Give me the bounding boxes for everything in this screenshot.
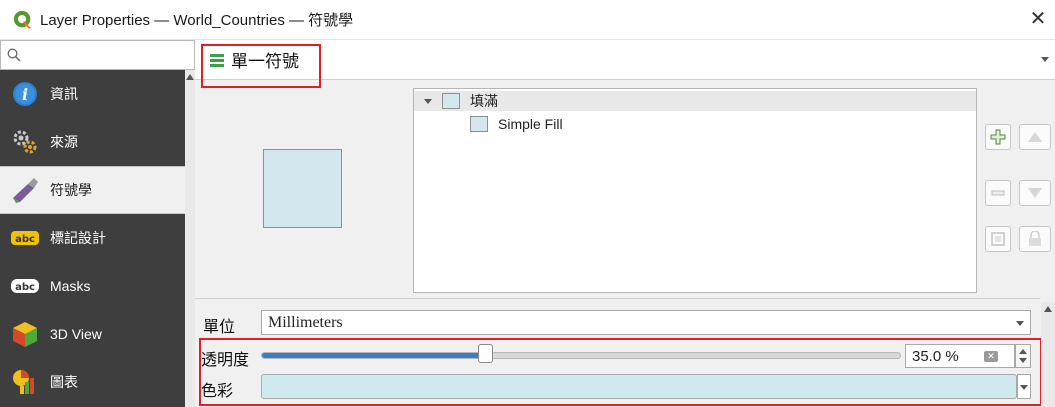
plus-icon xyxy=(990,129,1006,145)
sidebar-item-source[interactable]: 來源 xyxy=(0,118,185,166)
symbol-preview xyxy=(263,149,342,228)
info-icon: i xyxy=(10,79,40,109)
sidebar-item-label: Masks xyxy=(50,278,91,294)
sidebar-item-label: 標記設計 xyxy=(50,230,106,246)
tree-row-fill[interactable]: 填滿 xyxy=(414,91,976,111)
renderer-type-combo[interactable]: 單一符號 xyxy=(195,40,1055,80)
symbology-icon xyxy=(10,175,40,205)
search-icon xyxy=(7,48,21,62)
sidebar-item-label: 資訊 xyxy=(50,86,78,102)
fill-swatch xyxy=(442,93,460,109)
unit-value: Millimeters xyxy=(268,314,343,331)
sidebar-item-symbology[interactable]: 符號學 xyxy=(0,166,185,214)
sidebar-search-input[interactable] xyxy=(0,40,195,70)
3d-view-icon xyxy=(10,319,40,349)
chevron-down-icon xyxy=(1016,321,1024,326)
svg-text:abc: abc xyxy=(15,282,35,293)
labels-icon: abc xyxy=(10,223,40,253)
sidebar-item-label: 3D View xyxy=(50,326,102,342)
sidebar-item-label: 符號學 xyxy=(50,182,92,198)
svg-text:abc: abc xyxy=(15,234,35,245)
duplicate-icon xyxy=(991,232,1005,246)
sidebar-item-3d-view[interactable]: 3D View xyxy=(0,310,185,358)
title-bar: Layer Properties — World_Countries — 符號學… xyxy=(0,0,1055,40)
properties-scrollbar[interactable] xyxy=(1041,302,1055,407)
unit-label: 單位 xyxy=(203,319,236,336)
move-down-button[interactable] xyxy=(1019,180,1051,206)
lock-button[interactable] xyxy=(1019,226,1051,252)
tree-row-simple-fill[interactable]: Simple Fill xyxy=(470,114,563,134)
source-icon xyxy=(10,127,40,157)
svg-text:i: i xyxy=(22,85,28,104)
arrow-down-icon xyxy=(1028,188,1042,198)
masks-icon: abc xyxy=(10,271,40,301)
renderer-highlight-box xyxy=(201,44,321,88)
tree-row-simple-fill-label: Simple Fill xyxy=(498,116,563,132)
minus-icon xyxy=(991,190,1005,196)
panel-divider xyxy=(195,298,1040,299)
sidebar-nav: i 資訊 來源 符號學 abc 標記設計 abc Masks 3D View 圖… xyxy=(0,70,185,406)
scroll-up-icon xyxy=(1044,306,1052,312)
diagrams-icon xyxy=(10,367,40,397)
symbology-panel: 單一符號 填滿 Simple Fill 單位 Millimeters 透明度 3… xyxy=(195,40,1055,407)
duplicate-symbol-layer-button[interactable] xyxy=(985,226,1011,252)
sidebar: i 資訊 來源 符號學 abc 標記設計 abc Masks 3D View 圖… xyxy=(0,40,195,407)
simple-fill-swatch xyxy=(470,116,488,132)
tree-row-fill-label: 填滿 xyxy=(470,93,498,109)
window-title: Layer Properties — World_Countries — 符號學 xyxy=(40,12,354,29)
properties-highlight-box xyxy=(199,338,1042,406)
unit-select[interactable]: Millimeters xyxy=(261,310,1031,335)
remove-symbol-layer-button[interactable] xyxy=(985,180,1011,206)
sidebar-scrollbar[interactable] xyxy=(185,70,195,407)
close-button[interactable]: ✕ xyxy=(1027,8,1049,30)
layer-properties-window: Layer Properties — World_Countries — 符號學… xyxy=(0,0,1055,407)
chevron-down-icon xyxy=(1041,57,1049,62)
sidebar-item-masks[interactable]: abc Masks xyxy=(0,262,185,310)
move-up-button[interactable] xyxy=(1019,124,1051,150)
sidebar-item-diagrams[interactable]: 圖表 xyxy=(0,358,185,406)
symbol-layer-tree[interactable]: 填滿 Simple Fill xyxy=(413,88,977,293)
sidebar-item-info[interactable]: i 資訊 xyxy=(0,70,185,118)
sidebar-item-label: 來源 xyxy=(50,134,78,150)
add-symbol-layer-button[interactable] xyxy=(985,124,1011,150)
sidebar-item-labels[interactable]: abc 標記設計 xyxy=(0,214,185,262)
lock-icon xyxy=(1029,231,1041,246)
scroll-up-icon xyxy=(186,74,194,80)
qgis-logo-icon xyxy=(13,10,32,28)
arrow-up-icon xyxy=(1028,132,1042,142)
expand-arrow-icon[interactable] xyxy=(424,98,432,104)
sidebar-item-label: 圖表 xyxy=(50,374,78,390)
